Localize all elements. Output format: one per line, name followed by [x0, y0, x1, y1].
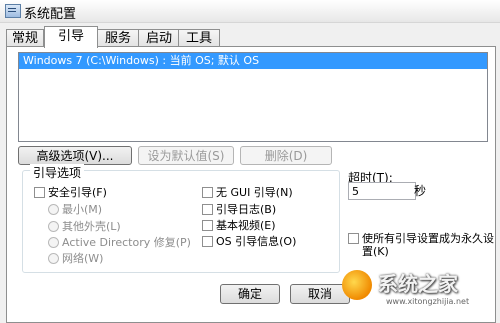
boot-log-option[interactable]: 引导日志(B) — [202, 203, 276, 217]
alternate-shell-option[interactable]: 其他外壳(L) — [48, 220, 121, 234]
ok-button[interactable]: 确定 — [220, 284, 280, 304]
active-directory-repair-option[interactable]: Active Directory 修复(P) — [48, 236, 191, 250]
set-default-button[interactable]: 设为默认值(S) — [138, 146, 234, 165]
persist-checkbox[interactable] — [348, 233, 359, 244]
delete-button[interactable]: 删除(D) — [240, 146, 332, 165]
system-config-icon — [5, 4, 21, 18]
advanced-options-button[interactable]: 高级选项(V)... — [18, 146, 132, 165]
tab-strip: 常规 引导 服务 启动 工具 — [6, 26, 496, 48]
tab-boot[interactable]: 引导 — [44, 26, 98, 48]
base-video-option[interactable]: 基本视频(E) — [202, 219, 276, 233]
minimal-option[interactable]: 最小(M) — [48, 203, 102, 217]
safe-boot-checkbox[interactable] — [34, 187, 45, 198]
minimal-radio[interactable] — [48, 204, 59, 215]
network-option[interactable]: 网络(W) — [48, 252, 103, 266]
tab-general[interactable]: 常规 — [6, 29, 44, 47]
tab-services[interactable]: 服务 — [96, 29, 140, 47]
no-gui-boot-checkbox[interactable] — [202, 187, 213, 198]
tab-tools[interactable]: 工具 — [178, 29, 220, 47]
watermark-logo-icon — [342, 270, 372, 300]
tab-startup[interactable]: 启动 — [138, 29, 180, 47]
safe-boot-label: 安全引导(F) — [48, 186, 107, 199]
minimal-label: 最小(M) — [62, 203, 103, 216]
os-boot-info-label: OS 引导信息(O) — [216, 235, 297, 248]
network-label: 网络(W) — [62, 252, 104, 265]
watermark-text: 系统之家 — [378, 272, 458, 296]
system-config-window: 系统配置 常规 引导 服务 启动 工具 Windows 7 (C:\Window… — [0, 0, 500, 323]
boot-entry-list[interactable]: Windows 7 (C:\Windows) : 当前 OS; 默认 OS — [18, 52, 488, 142]
persist-option[interactable]: 使所有引导设置成为永久设置(K) — [348, 232, 498, 258]
no-gui-boot-label: 无 GUI 引导(N) — [216, 186, 293, 199]
title-bar[interactable]: 系统配置 — [0, 0, 500, 23]
persist-label: 使所有引导设置成为永久设置(K) — [362, 232, 494, 258]
base-video-label: 基本视频(E) — [216, 219, 276, 232]
active-directory-repair-label: Active Directory 修复(P) — [62, 236, 191, 249]
os-boot-info-option[interactable]: OS 引导信息(O) — [202, 235, 296, 249]
network-radio[interactable] — [48, 253, 59, 264]
watermark-url: www.xitongzhijia.net — [386, 297, 470, 306]
alternate-shell-label: 其他外壳(L) — [62, 220, 121, 233]
no-gui-boot-option[interactable]: 无 GUI 引导(N) — [202, 186, 293, 200]
alternate-shell-radio[interactable] — [48, 221, 59, 232]
boot-entry-windows7[interactable]: Windows 7 (C:\Windows) : 当前 OS; 默认 OS — [19, 53, 487, 69]
active-directory-repair-radio[interactable] — [48, 237, 59, 248]
safe-boot-option[interactable]: 安全引导(F) — [34, 186, 107, 200]
boot-log-label: 引导日志(B) — [216, 203, 277, 216]
boot-options-legend: 引导选项 — [30, 164, 85, 181]
timeout-unit: 秒 — [414, 184, 427, 198]
timeout-input[interactable] — [348, 182, 416, 200]
os-boot-info-checkbox[interactable] — [202, 236, 213, 247]
base-video-checkbox[interactable] — [202, 220, 213, 231]
site-watermark: 系统之家 www.xitongzhijia.net — [338, 266, 500, 309]
boot-log-checkbox[interactable] — [202, 204, 213, 215]
window-title: 系统配置 — [24, 7, 77, 22]
